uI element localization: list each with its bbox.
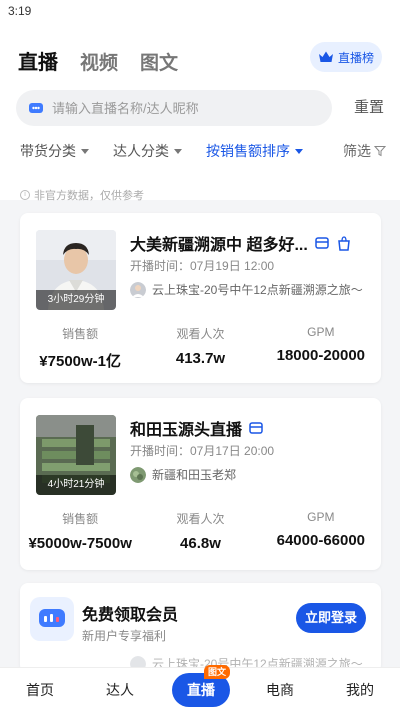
stat-sales-label: 销售额 (62, 512, 99, 526)
filter-goods-category[interactable]: 带货分类 (20, 141, 89, 161)
member-subtitle: 新用户专享福利 (82, 629, 167, 643)
caret-down-icon (81, 148, 89, 154)
store-icon (315, 237, 329, 249)
stat-viewers: 观看人次 413.7w (140, 325, 260, 371)
data-disclaimer: i 非官方数据，仅供参考 (20, 187, 144, 203)
live-stats: 销售额 ¥5000w-7500w 观看人次 46.8w GPM 64000-66… (20, 510, 381, 552)
search-row: 重置 (16, 90, 384, 126)
member-promo-card: 免费领取会员 新用户专享福利 立即登录 云上珠宝-20号中午12点新疆溯源之旅～ (20, 583, 381, 673)
login-button[interactable]: 立即登录 (296, 603, 366, 633)
bottom-tab-bar: 首页 达人 直播 图文 电商 我的 (0, 665, 400, 711)
filter-sort-sales-label: 按销售额排序 (206, 143, 290, 159)
gift-bag-icon (337, 236, 350, 251)
tabbar-live[interactable]: 直播 图文 (160, 665, 240, 711)
live-thumbnail: 4小时21分钟 (36, 415, 116, 495)
tabbar-mine[interactable]: 我的 (320, 668, 400, 711)
anchor-avatar (130, 281, 146, 298)
anchor-row[interactable]: 云上珠宝-20号中午12点新疆溯源之旅～ (130, 281, 363, 298)
tabbar-ecommerce[interactable]: 电商 (240, 668, 320, 711)
live-rank-button[interactable]: 直播榜 (310, 42, 382, 72)
live-app-icon (30, 597, 74, 641)
tab-live[interactable]: 直播 (18, 46, 58, 75)
search-input[interactable] (52, 100, 302, 116)
member-title: 免费领取会员 (82, 607, 179, 624)
stat-gpm-value: 64000-66000 (276, 532, 366, 549)
filter-sort-sales[interactable]: 按销售额排序 (206, 141, 303, 161)
filter-goods-category-label: 带货分类 (20, 143, 76, 159)
stat-gpm-label: GPM (307, 325, 335, 339)
tabbar-mine-label: 我的 (346, 682, 374, 698)
member-promo: 免费领取会员 新用户专享福利 立即登录 (20, 583, 381, 653)
stat-gpm-label: GPM (307, 510, 335, 524)
tabbar-influencers-label: 达人 (106, 682, 134, 698)
stat-sales-label: 销售额 (62, 327, 99, 341)
live-duration: 3小时29分钟 (36, 290, 116, 310)
live-start-time: 开播时间：07月19日 12:00 (130, 259, 275, 273)
stat-viewers-value: 413.7w (175, 350, 226, 367)
filter-influencer-category[interactable]: 达人分类 (113, 141, 182, 161)
live-thumbnail: 3小时29分钟 (36, 230, 116, 310)
image-text-badge: 图文 (204, 665, 231, 679)
caret-down-icon (174, 148, 182, 154)
live-title-row: 大美新疆溯源中 超多好... (130, 231, 366, 255)
store-icon (249, 422, 263, 434)
tab-video[interactable]: 视频 (80, 48, 118, 75)
live-tv-icon (29, 103, 43, 113)
stat-viewers: 观看人次 46.8w (140, 510, 260, 552)
anchor-row[interactable]: 新疆和田玉老郑 (130, 466, 236, 483)
anchor-name: 云上珠宝-20号中午12点新疆溯源之旅～ (152, 283, 363, 297)
status-time: 3:19 (8, 4, 32, 18)
stat-viewers-label: 观看人次 (176, 512, 225, 526)
reset-button[interactable]: 重置 (354, 90, 384, 126)
screen-label: 筛选 (343, 143, 371, 159)
content-type-tabs: 直播 视频 图文 (18, 46, 178, 75)
stat-sales: 销售额 ¥7500w-1亿 (20, 325, 140, 371)
live-start-time: 开播时间：07月17日 20:00 (130, 444, 275, 458)
search-box[interactable] (16, 90, 332, 126)
stat-gpm: GPM 64000-66000 (261, 510, 381, 552)
filter-influencer-category-label: 达人分类 (113, 143, 169, 159)
live-rank-label: 直播榜 (337, 50, 374, 65)
screen-button[interactable]: 筛选 (343, 141, 386, 161)
disclaimer-text: 非官方数据，仅供参考 (34, 190, 144, 202)
tabbar-home[interactable]: 首页 (0, 668, 80, 711)
stat-sales-value: ¥7500w-1亿 (39, 353, 122, 370)
tabbar-home-label: 首页 (26, 682, 54, 698)
stat-viewers-value: 46.8w (180, 535, 221, 552)
live-title-row: 和田玉源头直播 (130, 416, 366, 440)
live-stats: 销售额 ¥7500w-1亿 观看人次 413.7w GPM 18000-2000… (20, 325, 381, 371)
stat-gpm: GPM 18000-20000 (261, 325, 381, 371)
tabbar-ecommerce-label: 电商 (266, 682, 294, 698)
status-bar: 3:19 (0, 0, 400, 24)
tabbar-influencers[interactable]: 达人 (80, 668, 160, 711)
header: 直播 视频 图文 直播榜 重置 带货分类 达人分类 按销售额排序 筛选 (0, 24, 400, 200)
filter-bar: 带货分类 达人分类 按销售额排序 筛选 (20, 140, 386, 162)
live-duration: 4小时21分钟 (36, 475, 116, 495)
live-card[interactable]: 4小时21分钟 和田玉源头直播 开播时间：07月17日 20:00 新疆和田玉老… (20, 398, 381, 570)
anchor-name: 新疆和田玉老郑 (152, 468, 237, 482)
crown-icon (318, 51, 333, 62)
live-title: 和田玉源头直播 (130, 422, 243, 439)
funnel-icon (374, 146, 386, 157)
caret-down-icon (295, 148, 303, 154)
stat-sales-value: ¥5000w-7500w (28, 535, 132, 552)
stat-viewers-label: 观看人次 (176, 327, 225, 341)
anchor-avatar (130, 466, 146, 483)
stat-gpm-value: 18000-20000 (276, 347, 366, 364)
live-title: 大美新疆溯源中 超多好... (130, 237, 308, 254)
tab-image-text[interactable]: 图文 (140, 48, 178, 75)
live-card[interactable]: 3小时29分钟 大美新疆溯源中 超多好... 开播时间：07月19日 12:00… (20, 213, 381, 383)
info-icon: i (20, 190, 30, 200)
stat-sales: 销售额 ¥5000w-7500w (20, 510, 140, 552)
